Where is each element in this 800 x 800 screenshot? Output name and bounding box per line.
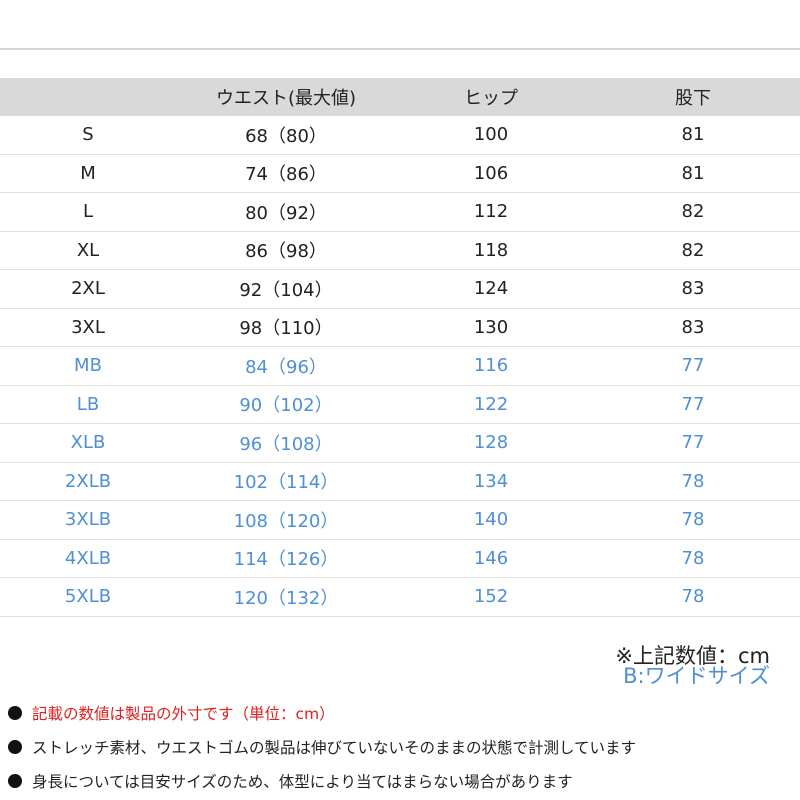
table-row: 3XL 98（110） 130 83 xyxy=(0,308,800,347)
hip-cell: 116 xyxy=(396,346,586,386)
inseam-cell: 77 xyxy=(586,346,800,386)
inseam-cell: 77 xyxy=(586,423,800,463)
waist-cell: 80（92） xyxy=(176,192,396,232)
notes-list: 記載の数値は製品の外寸です（単位：cm） ストレッチ素材、ウエストゴムの製品は伸び… xyxy=(8,696,793,798)
hip-cell: 100 xyxy=(396,116,586,155)
table-row: 2XLB 102（114） 134 78 xyxy=(0,462,800,501)
note-text: 身長については目安サイズのため、体型により当てはまらない場合があります xyxy=(32,773,573,791)
waist-cell: 84（96） xyxy=(176,346,396,386)
size-cell: 3XL xyxy=(0,308,176,347)
size-cell: 2XLB xyxy=(0,462,176,501)
inseam-cell: 82 xyxy=(586,231,800,270)
table-row: 4XLB 114（126） 146 78 xyxy=(0,539,800,578)
size-cell: 3XLB xyxy=(0,500,176,540)
header-row: ウエスト(最大値) ヒップ 股下 xyxy=(0,78,800,116)
waist-cell: 68（80） xyxy=(176,116,396,155)
waist-cell: 86（98） xyxy=(176,231,396,270)
list-item: 記載の数値は製品の外寸です（単位：cm） xyxy=(8,696,793,730)
list-item: ストレッチ素材、ウエストゴムの製品は伸びていないそのままの状態で計測しています xyxy=(8,730,793,764)
size-chart-header: ウエスト(最大値) ヒップ 股下 xyxy=(0,78,800,116)
size-cell: L xyxy=(0,192,176,232)
waist-cell: 108（120） xyxy=(176,500,396,540)
hip-cell: 146 xyxy=(396,539,586,578)
inseam-cell: 78 xyxy=(586,539,800,578)
table-row: XLB 96（108） 128 77 xyxy=(0,423,800,463)
header-waist: ウエスト(最大値) xyxy=(176,78,396,116)
table-row: 3XLB 108（120） 140 78 xyxy=(0,500,800,540)
hip-cell: 112 xyxy=(396,192,586,232)
hip-cell: 128 xyxy=(396,423,586,463)
waist-cell: 96（108） xyxy=(176,423,396,463)
hip-cell: 106 xyxy=(396,154,586,193)
wide-size-note: B:ワイドサイズ xyxy=(623,664,770,688)
inseam-cell: 83 xyxy=(586,269,800,309)
table-row: 5XLB 120（132） 152 78 xyxy=(0,577,800,617)
table-row: L 80（92） 112 82 xyxy=(0,192,800,232)
size-cell: 4XLB xyxy=(0,539,176,578)
inseam-cell: 83 xyxy=(586,308,800,347)
size-cell: LB xyxy=(0,385,176,424)
top-divider xyxy=(0,48,800,50)
hip-cell: 124 xyxy=(396,269,586,309)
header-size xyxy=(0,78,176,116)
size-chart-table: ウエスト(最大値) ヒップ 股下 S 68（80） 100 81 M 74（86） 106 8… xyxy=(0,78,800,617)
waist-cell: 92（104） xyxy=(176,269,396,309)
table-row: XL 86（98） 118 82 xyxy=(0,231,800,270)
header-hip: ヒップ xyxy=(396,78,586,116)
hip-cell: 118 xyxy=(396,231,586,270)
hip-cell: 122 xyxy=(396,385,586,424)
size-cell: 2XL xyxy=(0,269,176,309)
table-row: S 68（80） 100 81 xyxy=(0,116,800,155)
size-chart-body: S 68（80） 100 81 M 74（86） 106 81 L 80（92） 112 82 XL 86… xyxy=(0,116,800,617)
size-cell: 5XLB xyxy=(0,577,176,617)
size-cell: MB xyxy=(0,346,176,386)
table-row: 2XL 92（104） 124 83 xyxy=(0,269,800,309)
note-text: ストレッチ素材、ウエストゴムの製品は伸びていないそのままの状態で計測しています xyxy=(32,739,637,757)
size-cell: S xyxy=(0,116,176,155)
size-cell: XL xyxy=(0,231,176,270)
hip-cell: 140 xyxy=(396,500,586,540)
inseam-cell: 81 xyxy=(586,154,800,193)
inseam-cell: 81 xyxy=(586,116,800,155)
size-cell: XLB xyxy=(0,423,176,463)
hip-cell: 152 xyxy=(396,577,586,617)
bullet-dot-icon xyxy=(8,740,22,754)
inseam-cell: 78 xyxy=(586,577,800,617)
waist-cell: 114（126） xyxy=(176,539,396,578)
waist-cell: 90（102） xyxy=(176,385,396,424)
note-text: 記載の数値は製品の外寸です（単位：cm） xyxy=(32,705,335,723)
hip-cell: 134 xyxy=(396,462,586,501)
header-inseam: 股下 xyxy=(586,78,800,116)
inseam-cell: 78 xyxy=(586,500,800,540)
inseam-cell: 82 xyxy=(586,192,800,232)
bullet-dot-icon xyxy=(8,706,22,720)
waist-cell: 74（86） xyxy=(176,154,396,193)
table-row: M 74（86） 106 81 xyxy=(0,154,800,193)
size-cell: M xyxy=(0,154,176,193)
table-row: LB 90（102） 122 77 xyxy=(0,385,800,424)
waist-cell: 102（114） xyxy=(176,462,396,501)
waist-cell: 120（132） xyxy=(176,577,396,617)
hip-cell: 130 xyxy=(396,308,586,347)
inseam-cell: 77 xyxy=(586,385,800,424)
bullet-dot-icon xyxy=(8,774,22,788)
inseam-cell: 78 xyxy=(586,462,800,501)
waist-cell: 98（110） xyxy=(176,308,396,347)
table-row: MB 84（96） 116 77 xyxy=(0,346,800,386)
list-item: 身長については目安サイズのため、体型により当てはまらない場合があります xyxy=(8,764,793,798)
